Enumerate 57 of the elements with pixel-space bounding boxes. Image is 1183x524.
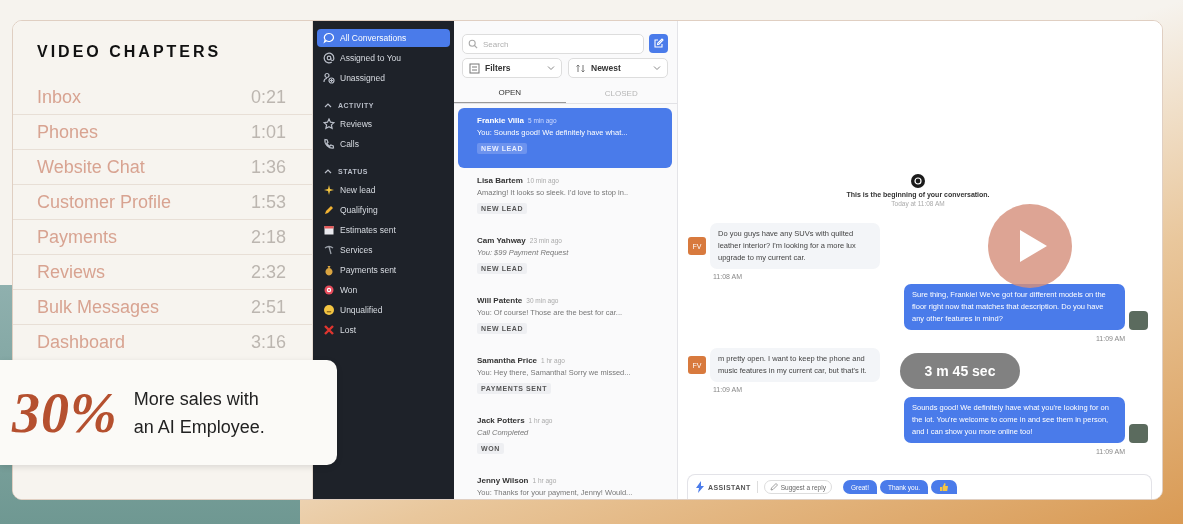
thumbs-up-icon	[939, 482, 950, 492]
contact-name: Samantha Price	[477, 356, 538, 365]
sidebar-item[interactable]: Qualifying	[317, 201, 450, 219]
contact-name: Lisa Bartem	[477, 176, 523, 185]
edit-icon	[653, 38, 664, 49]
phone-icon	[323, 138, 335, 150]
filter-dropdown[interactable]: Filters	[462, 58, 562, 78]
sidebar-item[interactable]: Calls	[317, 135, 450, 153]
sort-dropdown[interactable]: Newest	[568, 58, 668, 78]
pencil-icon	[323, 204, 335, 216]
money-bag-icon	[323, 264, 335, 276]
promo-text: More sales with an AI Employee.	[133, 387, 266, 439]
sidebar-item[interactable]: Reviews	[317, 115, 450, 133]
lightning-icon	[696, 481, 704, 493]
logo-icon	[911, 174, 925, 188]
sidebar-item[interactable]: New lead	[317, 181, 450, 199]
pencil-icon	[769, 483, 778, 491]
chevron-up-icon	[323, 167, 333, 175]
contact-name: Will Patente	[477, 296, 523, 305]
panel-title: VIDEO CHAPTERS	[37, 43, 223, 61]
avatar-placeholder	[1129, 424, 1148, 443]
sidebar-item[interactable]: Assigned to You	[317, 49, 450, 67]
play-icon	[1018, 229, 1048, 263]
calendar-icon	[323, 224, 335, 236]
sidebar-item[interactable]: Won	[317, 281, 450, 299]
cross-icon	[323, 324, 335, 336]
avatar-placeholder	[1129, 311, 1148, 330]
quick-reply-button[interactable]	[931, 480, 958, 494]
people-icon	[323, 72, 335, 84]
sparkle-icon	[323, 184, 335, 196]
chevron-down-icon	[653, 65, 661, 71]
video-duration-badge: 3 m 45 sec	[900, 353, 1020, 389]
contact-name: Jenny Wilson	[477, 476, 529, 485]
sidebar-item[interactable]: All Conversations	[317, 29, 450, 47]
sidebar-item[interactable]: Unqualified	[317, 301, 450, 319]
search-field[interactable]: Search	[462, 34, 644, 54]
chat-bubble-icon	[323, 32, 335, 44]
sidebar-item[interactable]: Estimates sent	[317, 221, 450, 239]
pick-icon	[323, 244, 335, 256]
contact-name: Cam Yahway	[477, 236, 526, 245]
sidebar-item[interactable]: Payments sent	[317, 261, 450, 279]
sort-arrows-icon	[575, 62, 586, 74]
sidebar-item[interactable]: Services	[317, 241, 450, 259]
at-sign-icon	[323, 52, 335, 64]
tab[interactable]: OPEN	[454, 83, 566, 103]
star-icon	[323, 118, 335, 130]
compose-button[interactable]	[649, 34, 668, 53]
sidebar-item[interactable]: Unassigned	[317, 69, 450, 87]
neutral-face-icon	[323, 304, 335, 316]
contact-name: Jack Potters	[477, 416, 525, 425]
chevron-up-icon	[323, 101, 333, 109]
chevron-down-icon	[547, 65, 555, 71]
stat-number: 30%	[12, 380, 118, 445]
target-icon	[323, 284, 335, 296]
contact-name: Frankie Villa	[477, 116, 524, 125]
sliders-icon	[469, 62, 480, 74]
sidebar-item[interactable]: Lost	[317, 321, 450, 339]
